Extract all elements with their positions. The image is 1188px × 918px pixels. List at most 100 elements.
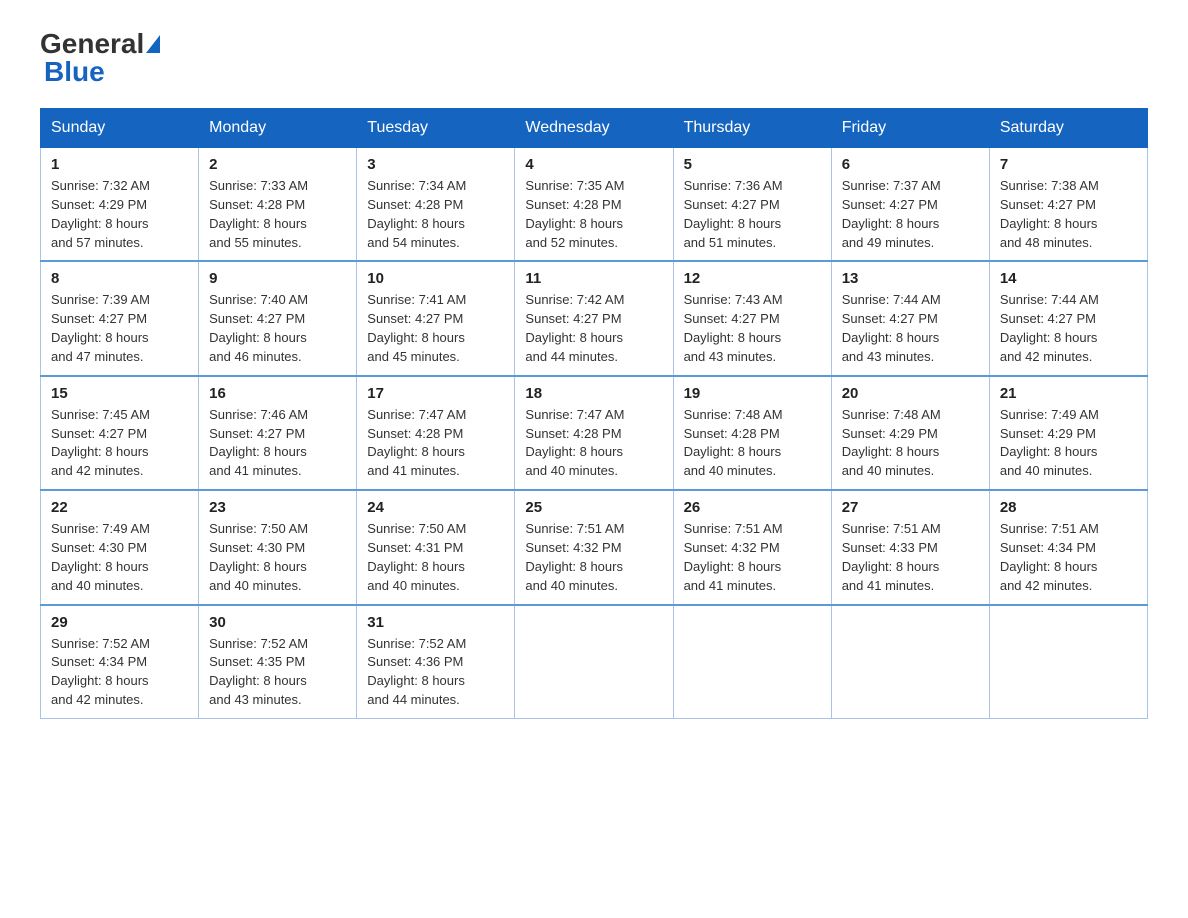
calendar-cell: 30 Sunrise: 7:52 AMSunset: 4:35 PMDaylig…: [199, 605, 357, 719]
logo: General Blue: [40, 30, 160, 88]
day-info: Sunrise: 7:51 AMSunset: 4:32 PMDaylight:…: [684, 521, 783, 593]
day-number: 14: [1000, 270, 1137, 287]
day-number: 20: [842, 385, 979, 402]
weekday-header-wednesday: Wednesday: [515, 109, 673, 148]
day-info: Sunrise: 7:43 AMSunset: 4:27 PMDaylight:…: [684, 292, 783, 364]
day-number: 29: [51, 614, 188, 631]
calendar-cell: 16 Sunrise: 7:46 AMSunset: 4:27 PMDaylig…: [199, 376, 357, 490]
calendar-cell: 24 Sunrise: 7:50 AMSunset: 4:31 PMDaylig…: [357, 490, 515, 604]
week-row-3: 15 Sunrise: 7:45 AMSunset: 4:27 PMDaylig…: [41, 376, 1148, 490]
calendar-cell: 9 Sunrise: 7:40 AMSunset: 4:27 PMDayligh…: [199, 261, 357, 375]
weekday-header-friday: Friday: [831, 109, 989, 148]
calendar-cell: 22 Sunrise: 7:49 AMSunset: 4:30 PMDaylig…: [41, 490, 199, 604]
day-number: 11: [525, 270, 662, 287]
day-info: Sunrise: 7:51 AMSunset: 4:34 PMDaylight:…: [1000, 521, 1099, 593]
week-row-5: 29 Sunrise: 7:52 AMSunset: 4:34 PMDaylig…: [41, 605, 1148, 719]
day-number: 8: [51, 270, 188, 287]
day-info: Sunrise: 7:44 AMSunset: 4:27 PMDaylight:…: [1000, 292, 1099, 364]
calendar-cell: 11 Sunrise: 7:42 AMSunset: 4:27 PMDaylig…: [515, 261, 673, 375]
calendar-cell: 18 Sunrise: 7:47 AMSunset: 4:28 PMDaylig…: [515, 376, 673, 490]
week-row-1: 1 Sunrise: 7:32 AMSunset: 4:29 PMDayligh…: [41, 148, 1148, 262]
calendar-cell: 5 Sunrise: 7:36 AMSunset: 4:27 PMDayligh…: [673, 148, 831, 262]
calendar-cell: 27 Sunrise: 7:51 AMSunset: 4:33 PMDaylig…: [831, 490, 989, 604]
day-number: 30: [209, 614, 346, 631]
day-number: 24: [367, 499, 504, 516]
day-number: 3: [367, 156, 504, 173]
day-info: Sunrise: 7:39 AMSunset: 4:27 PMDaylight:…: [51, 292, 150, 364]
day-number: 9: [209, 270, 346, 287]
calendar-cell: 2 Sunrise: 7:33 AMSunset: 4:28 PMDayligh…: [199, 148, 357, 262]
day-info: Sunrise: 7:40 AMSunset: 4:27 PMDaylight:…: [209, 292, 308, 364]
day-number: 23: [209, 499, 346, 516]
day-number: 7: [1000, 156, 1137, 173]
day-number: 10: [367, 270, 504, 287]
day-number: 28: [1000, 499, 1137, 516]
day-number: 13: [842, 270, 979, 287]
calendar-cell: 3 Sunrise: 7:34 AMSunset: 4:28 PMDayligh…: [357, 148, 515, 262]
weekday-header-thursday: Thursday: [673, 109, 831, 148]
day-number: 18: [525, 385, 662, 402]
day-number: 25: [525, 499, 662, 516]
calendar-cell: 20 Sunrise: 7:48 AMSunset: 4:29 PMDaylig…: [831, 376, 989, 490]
logo-general: General: [40, 30, 144, 58]
day-info: Sunrise: 7:49 AMSunset: 4:30 PMDaylight:…: [51, 521, 150, 593]
day-number: 15: [51, 385, 188, 402]
day-info: Sunrise: 7:50 AMSunset: 4:31 PMDaylight:…: [367, 521, 466, 593]
week-row-2: 8 Sunrise: 7:39 AMSunset: 4:27 PMDayligh…: [41, 261, 1148, 375]
calendar-cell: 15 Sunrise: 7:45 AMSunset: 4:27 PMDaylig…: [41, 376, 199, 490]
calendar-cell: 13 Sunrise: 7:44 AMSunset: 4:27 PMDaylig…: [831, 261, 989, 375]
day-number: 12: [684, 270, 821, 287]
day-info: Sunrise: 7:52 AMSunset: 4:35 PMDaylight:…: [209, 636, 308, 708]
calendar-cell: [989, 605, 1147, 719]
week-row-4: 22 Sunrise: 7:49 AMSunset: 4:30 PMDaylig…: [41, 490, 1148, 604]
calendar-cell: 23 Sunrise: 7:50 AMSunset: 4:30 PMDaylig…: [199, 490, 357, 604]
calendar-cell: [673, 605, 831, 719]
day-info: Sunrise: 7:49 AMSunset: 4:29 PMDaylight:…: [1000, 407, 1099, 479]
day-info: Sunrise: 7:32 AMSunset: 4:29 PMDaylight:…: [51, 178, 150, 250]
day-info: Sunrise: 7:48 AMSunset: 4:29 PMDaylight:…: [842, 407, 941, 479]
calendar-cell: 10 Sunrise: 7:41 AMSunset: 4:27 PMDaylig…: [357, 261, 515, 375]
weekday-header-sunday: Sunday: [41, 109, 199, 148]
day-info: Sunrise: 7:38 AMSunset: 4:27 PMDaylight:…: [1000, 178, 1099, 250]
weekday-header-monday: Monday: [199, 109, 357, 148]
day-info: Sunrise: 7:33 AMSunset: 4:28 PMDaylight:…: [209, 178, 308, 250]
day-info: Sunrise: 7:34 AMSunset: 4:28 PMDaylight:…: [367, 178, 466, 250]
weekday-header-saturday: Saturday: [989, 109, 1147, 148]
day-info: Sunrise: 7:51 AMSunset: 4:32 PMDaylight:…: [525, 521, 624, 593]
calendar-cell: 28 Sunrise: 7:51 AMSunset: 4:34 PMDaylig…: [989, 490, 1147, 604]
calendar-cell: 19 Sunrise: 7:48 AMSunset: 4:28 PMDaylig…: [673, 376, 831, 490]
calendar-cell: [831, 605, 989, 719]
weekday-header-tuesday: Tuesday: [357, 109, 515, 148]
calendar-cell: 8 Sunrise: 7:39 AMSunset: 4:27 PMDayligh…: [41, 261, 199, 375]
day-info: Sunrise: 7:48 AMSunset: 4:28 PMDaylight:…: [684, 407, 783, 479]
day-number: 5: [684, 156, 821, 173]
calendar-cell: 7 Sunrise: 7:38 AMSunset: 4:27 PMDayligh…: [989, 148, 1147, 262]
calendar-cell: 25 Sunrise: 7:51 AMSunset: 4:32 PMDaylig…: [515, 490, 673, 604]
day-number: 1: [51, 156, 188, 173]
day-info: Sunrise: 7:45 AMSunset: 4:27 PMDaylight:…: [51, 407, 150, 479]
day-info: Sunrise: 7:51 AMSunset: 4:33 PMDaylight:…: [842, 521, 941, 593]
weekday-header-row: SundayMondayTuesdayWednesdayThursdayFrid…: [41, 109, 1148, 148]
day-info: Sunrise: 7:44 AMSunset: 4:27 PMDaylight:…: [842, 292, 941, 364]
day-info: Sunrise: 7:46 AMSunset: 4:27 PMDaylight:…: [209, 407, 308, 479]
page-header: General Blue: [40, 30, 1148, 88]
day-info: Sunrise: 7:35 AMSunset: 4:28 PMDaylight:…: [525, 178, 624, 250]
logo-triangle-icon: [146, 35, 160, 53]
calendar-cell: 31 Sunrise: 7:52 AMSunset: 4:36 PMDaylig…: [357, 605, 515, 719]
day-info: Sunrise: 7:52 AMSunset: 4:34 PMDaylight:…: [51, 636, 150, 708]
day-info: Sunrise: 7:37 AMSunset: 4:27 PMDaylight:…: [842, 178, 941, 250]
day-number: 17: [367, 385, 504, 402]
day-number: 16: [209, 385, 346, 402]
day-number: 27: [842, 499, 979, 516]
day-number: 22: [51, 499, 188, 516]
day-number: 31: [367, 614, 504, 631]
calendar-table: SundayMondayTuesdayWednesdayThursdayFrid…: [40, 108, 1148, 719]
calendar-cell: 17 Sunrise: 7:47 AMSunset: 4:28 PMDaylig…: [357, 376, 515, 490]
day-number: 2: [209, 156, 346, 173]
calendar-cell: 29 Sunrise: 7:52 AMSunset: 4:34 PMDaylig…: [41, 605, 199, 719]
calendar-cell: 14 Sunrise: 7:44 AMSunset: 4:27 PMDaylig…: [989, 261, 1147, 375]
calendar-cell: 21 Sunrise: 7:49 AMSunset: 4:29 PMDaylig…: [989, 376, 1147, 490]
day-number: 26: [684, 499, 821, 516]
day-info: Sunrise: 7:47 AMSunset: 4:28 PMDaylight:…: [367, 407, 466, 479]
day-number: 21: [1000, 385, 1137, 402]
